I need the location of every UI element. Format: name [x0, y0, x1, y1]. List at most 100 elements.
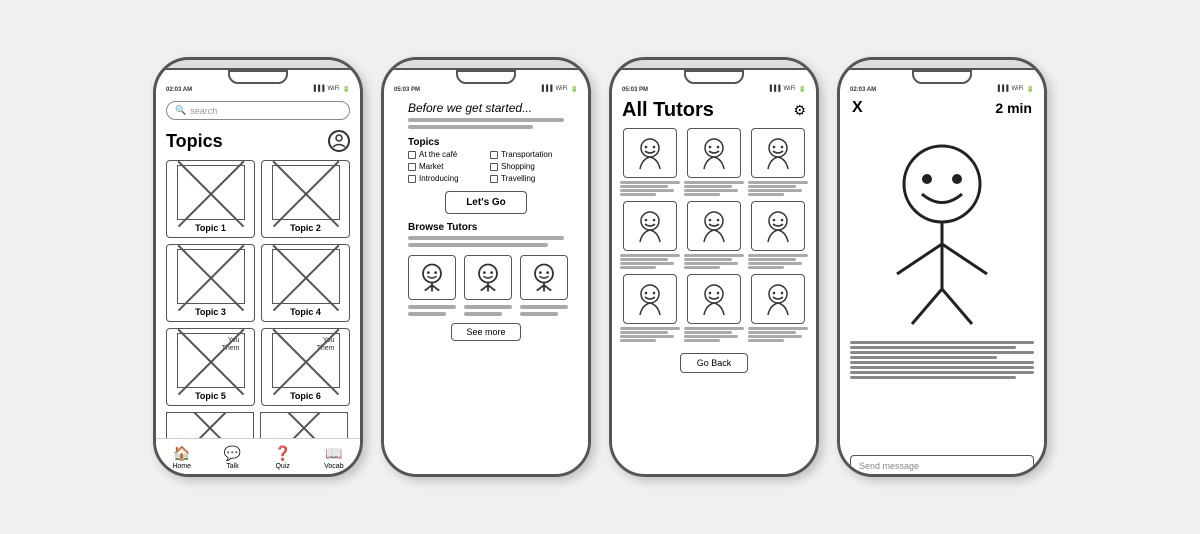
filter-icon[interactable]: ⚙: [793, 102, 806, 119]
phone-topics: 02:03 AM ▐▐▐ WiFi 🔋 🔍 search Topics: [153, 57, 363, 477]
topic-image-6: You Them: [272, 333, 340, 388]
nav-vocab[interactable]: 📖 Vocab: [324, 445, 343, 470]
topic-card-5[interactable]: You Them Topic 5: [166, 328, 255, 406]
topic-image-1: [177, 165, 245, 220]
checkbox-box-travelling[interactable]: [490, 175, 498, 183]
notch-3: [684, 70, 744, 84]
checkbox-box-cafe[interactable]: [408, 151, 416, 159]
topics-section-label: Topics: [408, 137, 564, 148]
send-message-input[interactable]: Send message: [850, 455, 1034, 477]
onboarding-title: Before we get started...: [408, 101, 564, 115]
checkbox-label-introducing: Introducing: [419, 174, 459, 183]
topic-card-1[interactable]: Topic 1: [166, 160, 255, 238]
phone-call: 02:03 AM ▐▐▐ WiFi 🔋 X 2 min: [837, 57, 1047, 477]
home-icon: 🏠: [173, 445, 190, 462]
checkbox-label-cafe: At the café: [419, 150, 457, 159]
topics-checkboxes: At the café Transportation Market Shoppi…: [408, 150, 564, 183]
phone-all-tutors: 05:03 PM ▐▐▐ WiFi 🔋 All Tutors ⚙: [609, 57, 819, 477]
tutor-face-sm-3: [520, 255, 568, 300]
tutor-face-sm-1: [408, 255, 456, 300]
checkbox-label-transport: Transportation: [501, 150, 552, 159]
topic-image-4: [272, 249, 340, 304]
checkbox-label-travelling: Travelling: [501, 174, 535, 183]
topic-label-3: Topic 3: [195, 307, 226, 317]
checkbox-box-transport[interactable]: [490, 151, 498, 159]
vocab-icon: 📖: [325, 445, 342, 462]
tutor-preview-3[interactable]: [520, 255, 568, 319]
checkbox-box-introducing[interactable]: [408, 175, 416, 183]
topic-card-3[interactable]: Topic 3: [166, 244, 255, 322]
all-tutors-grid: [612, 124, 816, 347]
overlay-them-6: Them: [315, 344, 337, 353]
phones-container: 02:03 AM ▐▐▐ WiFi 🔋 🔍 search Topics: [133, 37, 1067, 497]
tutor-card-6[interactable]: [748, 201, 808, 270]
nav-home-label: Home: [172, 463, 191, 470]
topic-image-5: You Them: [177, 333, 245, 388]
notch-4: [912, 70, 972, 84]
topic-label-2: Topic 2: [290, 223, 321, 233]
see-more-button[interactable]: See more: [451, 323, 520, 341]
checkbox-introducing[interactable]: Introducing: [408, 174, 482, 183]
search-placeholder: search: [190, 106, 217, 116]
topic-label-6: Topic 6: [290, 391, 321, 401]
checkbox-transport[interactable]: Transportation: [490, 150, 564, 159]
all-tutors-title: All Tutors: [622, 99, 714, 122]
tutor-preview-2[interactable]: [464, 255, 512, 319]
tutor-card-2[interactable]: [684, 128, 744, 197]
overlay-them: Them: [220, 344, 242, 353]
call-header: X 2 min: [840, 95, 1044, 119]
tutor-card-9[interactable]: [748, 274, 808, 343]
close-button[interactable]: X: [852, 99, 863, 117]
status-bar-4: 02:03 AM ▐▐▐ WiFi 🔋: [840, 84, 1044, 95]
checkbox-travelling[interactable]: Travelling: [490, 174, 564, 183]
go-back-button-3[interactable]: Go Back: [680, 353, 749, 373]
avatar[interactable]: [328, 130, 350, 152]
checkbox-box-shopping[interactable]: [490, 163, 498, 171]
status-bar-1: 02:03 AM ▐▐▐ WiFi 🔋: [156, 84, 360, 95]
topic-label-1: Topic 1: [195, 223, 226, 233]
checkbox-box-market[interactable]: [408, 163, 416, 171]
tutor-avatar-area: [840, 119, 1044, 333]
call-timer: 2 min: [995, 100, 1032, 116]
nav-home[interactable]: 🏠 Home: [172, 445, 191, 470]
topics-grid: Topic 1 Topic 2 Topic 3 Topic 4: [156, 156, 360, 410]
notch-1: [228, 70, 288, 84]
checkbox-shopping[interactable]: Shopping: [490, 162, 564, 171]
lets-go-button[interactable]: Let's Go: [445, 191, 527, 214]
checkbox-market[interactable]: Market: [408, 162, 482, 171]
topic-card-2[interactable]: Topic 2: [261, 160, 350, 238]
status-bar-2: 05:03 PM ▐▐▐ WiFi 🔋: [384, 84, 588, 95]
topic-card-6[interactable]: You Them Topic 6: [261, 328, 350, 406]
topic-card-4[interactable]: Topic 4: [261, 244, 350, 322]
desc-lines: [408, 118, 564, 129]
browse-tutors-label: Browse Tutors: [408, 222, 564, 233]
tutor-card-5[interactable]: [684, 201, 744, 270]
tutor-card-4[interactable]: [620, 201, 680, 270]
nav-quiz[interactable]: ❓ Quiz: [274, 445, 291, 470]
checkbox-cafe[interactable]: At the café: [408, 150, 482, 159]
tutor-card-1[interactable]: [620, 128, 680, 197]
tutor-card-7[interactable]: [620, 274, 680, 343]
page-title-topics: Topics: [166, 131, 223, 152]
tutor-card-8[interactable]: [684, 274, 744, 343]
notch-2: [456, 70, 516, 84]
topic-label-5: Topic 5: [195, 391, 226, 401]
tutors-preview-row: [408, 255, 564, 319]
phone-onboarding: 05:03 PM ▐▐▐ WiFi 🔋 Before we get starte…: [381, 57, 591, 477]
bottom-nav: 🏠 Home 💬 Talk ❓ Quiz 📖 Vocab: [156, 438, 360, 474]
p1-header: Topics: [156, 126, 360, 156]
all-tutors-header: All Tutors ⚙: [612, 95, 816, 124]
tutor-card-3[interactable]: [748, 128, 808, 197]
checkbox-label-market: Market: [419, 162, 443, 171]
search-bar[interactable]: 🔍 search: [166, 101, 350, 120]
checkbox-label-shopping: Shopping: [501, 162, 535, 171]
nav-talk[interactable]: 💬 Talk: [224, 445, 241, 470]
search-icon: 🔍: [175, 105, 186, 116]
nav-talk-label: Talk: [226, 463, 238, 470]
topic-image-2: [272, 165, 340, 220]
chat-messages: [840, 333, 1044, 387]
talk-icon: 💬: [224, 445, 241, 462]
tutor-preview-1[interactable]: [408, 255, 456, 319]
status-bar-3: 05:03 PM ▐▐▐ WiFi 🔋: [612, 84, 816, 95]
topic-label-4: Topic 4: [290, 307, 321, 317]
